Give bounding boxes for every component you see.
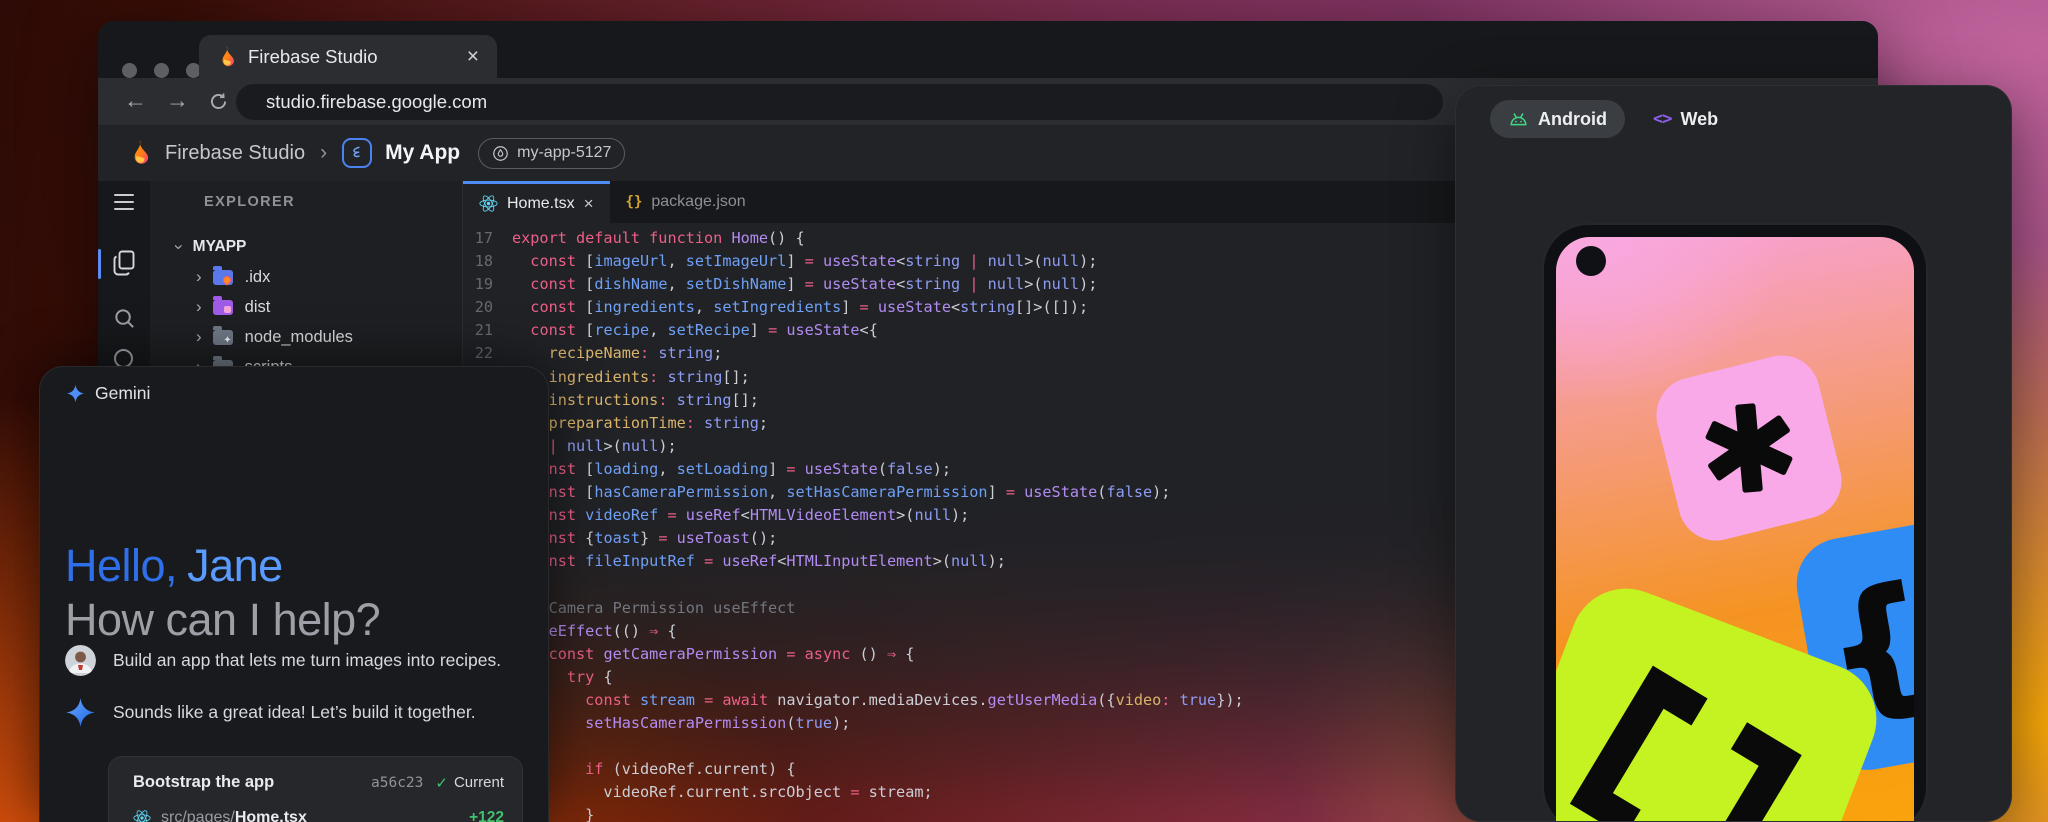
greeting-hello: Hello, — [65, 540, 177, 591]
json-icon: {} — [626, 194, 643, 210]
folder-icon — [213, 270, 233, 285]
tab-home-tsx[interactable]: Home.tsx × — [463, 181, 610, 223]
camera-punch-hole — [1576, 246, 1606, 276]
tree-root-label: MYAPP — [193, 238, 247, 256]
gemini-header: Gemini — [66, 383, 150, 404]
active-view-indicator — [98, 249, 101, 279]
browser-tab-title: Firebase Studio — [248, 46, 378, 68]
tree-item-label: dist — [245, 298, 271, 317]
greeting-name: Jane — [187, 540, 283, 591]
tab-close-icon[interactable]: × — [467, 46, 479, 67]
android-icon — [1508, 111, 1529, 128]
diff-added-count: +122 — [469, 809, 504, 822]
line-number: 22 — [463, 342, 493, 365]
prototyper-icon — [342, 138, 372, 168]
line-number: 20 — [463, 296, 493, 319]
device-preview-panel: Android <> Web — [1455, 85, 2012, 822]
toggle-android[interactable]: Android — [1490, 100, 1625, 138]
folder-icon — [213, 300, 233, 315]
address-bar-url: studio.firebase.google.com — [266, 91, 487, 113]
search-icon[interactable] — [113, 307, 136, 330]
platform-toggle: Android <> Web — [1490, 100, 1718, 138]
asterisk-icon — [1699, 398, 1799, 498]
tree-item-label: node_modules — [245, 328, 353, 347]
chevron-right-icon: › — [196, 297, 202, 317]
assistant-message: Sounds like a great idea! Let’s build it… — [65, 697, 535, 728]
gemini-title: Gemini — [95, 383, 150, 404]
toggle-web-label: Web — [1680, 109, 1718, 130]
tab-package-json[interactable]: {} package.json — [610, 181, 762, 223]
user-message: Build an app that lets me turn images in… — [65, 645, 535, 676]
brackets-icon — [1566, 662, 1805, 822]
address-bar[interactable]: studio.firebase.google.com — [236, 84, 1443, 120]
file-path: src/pages/ — [161, 809, 235, 822]
chevron-right-icon: › — [196, 327, 202, 347]
explorer-icon[interactable] — [112, 250, 136, 276]
workspace-id: my-app-5127 — [517, 144, 611, 162]
chevron-down-icon: › — [169, 244, 189, 250]
breadcrumb-product[interactable]: Firebase Studio — [165, 142, 305, 165]
tree-item-idx[interactable]: › .idx — [196, 263, 508, 291]
gemini-spark-icon — [65, 697, 96, 728]
chevron-right-icon: › — [196, 267, 202, 287]
gemini-spark-icon — [66, 384, 85, 403]
react-icon — [479, 194, 498, 213]
status-badge: Current — [454, 774, 504, 791]
window-controls — [122, 63, 201, 78]
changed-file-row[interactable]: src/pages/Home.tsx +122 — [133, 809, 504, 822]
react-icon — [133, 809, 151, 822]
phone-screen[interactable]: { — [1556, 237, 1914, 822]
android-phone-frame: { — [1542, 223, 1928, 822]
tab-label: Home.tsx — [507, 195, 575, 213]
folder-icon: ✦ — [213, 330, 233, 345]
task-title: Bootstrap the app — [133, 773, 274, 792]
browser-tab-strip: Firebase Studio × — [98, 21, 1878, 78]
gemini-panel: Gemini Hello,Jane How can I help? Build … — [39, 366, 549, 822]
window-control-dot[interactable] — [154, 63, 169, 78]
task-card[interactable]: Bootstrap the app a56c23 ✓ Current src/p… — [108, 756, 523, 822]
menu-icon[interactable] — [114, 194, 134, 214]
explorer-title: EXPLORER — [204, 194, 295, 210]
reload-icon[interactable] — [208, 91, 229, 112]
assistant-message-text: Sounds like a great idea! Let’s build it… — [113, 702, 476, 723]
tree-item-node-modules[interactable]: › ✦ node_modules — [196, 323, 508, 351]
firebase-flame-icon — [217, 45, 237, 69]
droplet-icon — [492, 145, 509, 162]
line-number: 19 — [463, 273, 493, 296]
gemini-greeting: Hello,Jane How can I help? — [65, 539, 380, 647]
code-icon: <> — [1653, 109, 1671, 129]
breadcrumb-chevron-icon: › — [320, 141, 327, 165]
tab-close-icon[interactable]: × — [584, 195, 594, 212]
breadcrumb-app-name[interactable]: My App — [385, 141, 460, 165]
window-control-dot[interactable] — [122, 63, 137, 78]
back-icon[interactable]: ← — [124, 89, 147, 112]
line-number: 18 — [463, 250, 493, 273]
line-number: 21 — [463, 319, 493, 342]
workspace-pill[interactable]: my-app-5127 — [478, 138, 625, 169]
greeting-question: How can I help? — [65, 593, 380, 647]
user-message-text: Build an app that lets me turn images in… — [113, 650, 501, 671]
tab-label: package.json — [651, 193, 745, 211]
firebase-flame-icon — [128, 139, 152, 167]
firebase-studio-screenshot: Firebase Studio × ← → studio.firebase.go… — [0, 0, 2048, 822]
check-icon: ✓ — [435, 774, 448, 792]
browser-tab[interactable]: Firebase Studio × — [199, 35, 497, 78]
line-number: 17 — [463, 227, 493, 250]
tree-root-myapp[interactable]: › MYAPP — [176, 233, 488, 261]
toggle-android-label: Android — [1538, 109, 1607, 130]
commit-hash: a56c23 — [371, 775, 423, 791]
forward-icon[interactable]: → — [166, 89, 189, 112]
tree-item-dist[interactable]: › dist — [196, 293, 508, 321]
file-name: Home.tsx — [235, 809, 307, 822]
toggle-web[interactable]: <> Web — [1653, 109, 1718, 130]
tree-item-label: .idx — [245, 268, 271, 287]
pink-asterisk-tile — [1648, 347, 1849, 548]
user-avatar — [65, 645, 96, 676]
